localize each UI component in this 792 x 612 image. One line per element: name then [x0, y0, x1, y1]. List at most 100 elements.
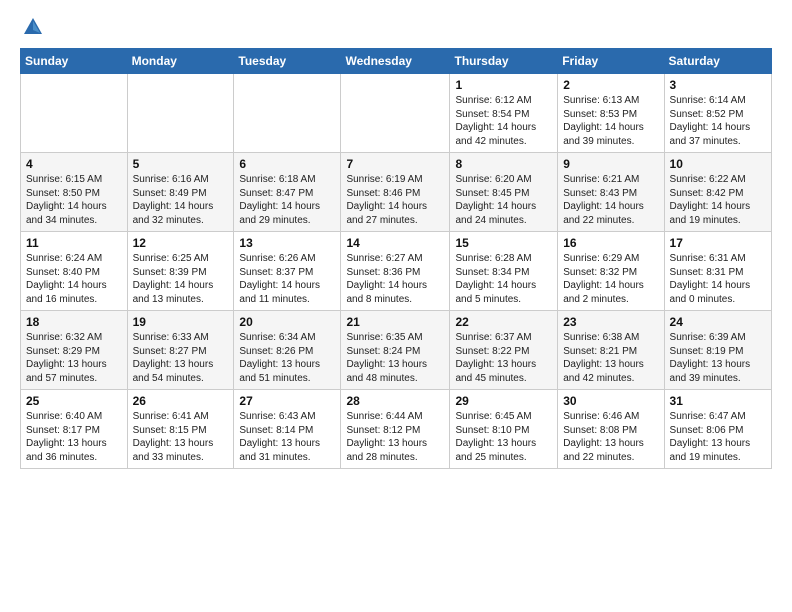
day-info: Sunrise: 6:39 AMSunset: 8:19 PMDaylight:…: [670, 331, 766, 385]
calendar-day-cell: 3 Sunrise: 6:14 AMSunset: 8:52 PMDaylight…: [664, 74, 771, 153]
calendar-day-cell: 15 Sunrise: 6:28 AMSunset: 8:34 PMDayligh…: [450, 232, 558, 311]
day-number: 12: [133, 236, 229, 250]
weekday-header: Sunday: [21, 49, 128, 74]
calendar-day-cell: 31Sunrise: 6:47 AMSunset: 8:06 PMDayligh…: [664, 390, 771, 469]
day-info: Sunrise: 6:12 AMSunset: 8:54 PMDaylight:…: [455, 94, 552, 148]
day-number: 8: [455, 157, 552, 171]
calendar-week-row: 11 Sunrise: 6:24 AMSunset: 8:40 PMDayligh…: [21, 232, 772, 311]
day-number: 9: [563, 157, 658, 171]
calendar-week-row: 25 Sunrise: 6:40 AMSunset: 8:17 PMDayligh…: [21, 390, 772, 469]
day-info: Sunrise: 6:18 AMSunset: 8:47 PMDaylight:…: [239, 173, 335, 227]
day-number: 15: [455, 236, 552, 250]
calendar-day-cell: 18Sunrise: 6:32 AMSunset: 8:29 PMDayligh…: [21, 311, 128, 390]
calendar-week-row: 1Sunrise: 6:12 AMSunset: 8:54 PMDaylight…: [21, 74, 772, 153]
day-info: Sunrise: 6:44 AMSunset: 8:12 PMDaylight:…: [346, 410, 444, 464]
day-number: 27: [239, 394, 335, 408]
calendar-day-cell: 27 Sunrise: 6:43 AMSunset: 8:14 PMDayligh…: [234, 390, 341, 469]
calendar-day-cell: 17Sunrise: 6:31 AMSunset: 8:31 PMDayligh…: [664, 232, 771, 311]
day-info: Sunrise: 6:47 AMSunset: 8:06 PMDaylight:…: [670, 410, 766, 464]
day-info: Sunrise: 6:43 AMSunset: 8:14 PMDaylight:…: [239, 410, 335, 464]
day-number: 19: [133, 315, 229, 329]
calendar-day-cell: 11 Sunrise: 6:24 AMSunset: 8:40 PMDayligh…: [21, 232, 128, 311]
day-number: 4: [26, 157, 122, 171]
day-info: Sunrise: 6:16 AMSunset: 8:49 PMDaylight:…: [133, 173, 229, 227]
day-info: Sunrise: 6:15 AMSunset: 8:50 PMDaylight:…: [26, 173, 122, 227]
day-info: Sunrise: 6:37 AMSunset: 8:22 PMDaylight:…: [455, 331, 552, 385]
calendar-day-cell: 12 Sunrise: 6:25 AMSunset: 8:39 PMDayligh…: [127, 232, 234, 311]
calendar-day-cell: 2Sunrise: 6:13 AMSunset: 8:53 PMDaylight…: [558, 74, 664, 153]
calendar-day-cell: 23 Sunrise: 6:38 AMSunset: 8:21 PMDayligh…: [558, 311, 664, 390]
calendar-header-row: SundayMondayTuesdayWednesdayThursdayFrid…: [21, 49, 772, 74]
day-info: Sunrise: 6:20 AMSunset: 8:45 PMDaylight:…: [455, 173, 552, 227]
calendar-day-cell: 19 Sunrise: 6:33 AMSunset: 8:27 PMDayligh…: [127, 311, 234, 390]
day-info: Sunrise: 6:27 AMSunset: 8:36 PMDaylight:…: [346, 252, 444, 306]
day-info: Sunrise: 6:22 AMSunset: 8:42 PMDaylight:…: [670, 173, 766, 227]
calendar-day-cell: 5 Sunrise: 6:16 AMSunset: 8:49 PMDaylight…: [127, 153, 234, 232]
day-number: 30: [563, 394, 658, 408]
day-info: Sunrise: 6:13 AMSunset: 8:53 PMDaylight:…: [563, 94, 658, 148]
weekday-header: Friday: [558, 49, 664, 74]
calendar-day-cell: 4 Sunrise: 6:15 AMSunset: 8:50 PMDaylight…: [21, 153, 128, 232]
day-number: 22: [455, 315, 552, 329]
calendar-day-cell: [127, 74, 234, 153]
day-number: 5: [133, 157, 229, 171]
calendar-day-cell: 14Sunrise: 6:27 AMSunset: 8:36 PMDayligh…: [341, 232, 450, 311]
page: SundayMondayTuesdayWednesdayThursdayFrid…: [0, 0, 792, 479]
calendar-day-cell: 7Sunrise: 6:19 AMSunset: 8:46 PMDaylight…: [341, 153, 450, 232]
calendar-day-cell: 13Sunrise: 6:26 AMSunset: 8:37 PMDayligh…: [234, 232, 341, 311]
day-info: Sunrise: 6:35 AMSunset: 8:24 PMDaylight:…: [346, 331, 444, 385]
weekday-header: Saturday: [664, 49, 771, 74]
calendar-day-cell: 10 Sunrise: 6:22 AMSunset: 8:42 PMDayligh…: [664, 153, 771, 232]
day-number: 29: [455, 394, 552, 408]
calendar-day-cell: 25 Sunrise: 6:40 AMSunset: 8:17 PMDayligh…: [21, 390, 128, 469]
day-info: Sunrise: 6:40 AMSunset: 8:17 PMDaylight:…: [26, 410, 122, 464]
day-number: 6: [239, 157, 335, 171]
calendar-day-cell: [21, 74, 128, 153]
day-number: 26: [133, 394, 229, 408]
weekday-header: Monday: [127, 49, 234, 74]
calendar-day-cell: 29 Sunrise: 6:45 AMSunset: 8:10 PMDayligh…: [450, 390, 558, 469]
day-info: Sunrise: 6:45 AMSunset: 8:10 PMDaylight:…: [455, 410, 552, 464]
day-number: 18: [26, 315, 122, 329]
day-number: 17: [670, 236, 766, 250]
day-info: Sunrise: 6:34 AMSunset: 8:26 PMDaylight:…: [239, 331, 335, 385]
weekday-header: Wednesday: [341, 49, 450, 74]
calendar-day-cell: [234, 74, 341, 153]
day-info: Sunrise: 6:28 AMSunset: 8:34 PMDaylight:…: [455, 252, 552, 306]
day-number: 13: [239, 236, 335, 250]
calendar-week-row: 18Sunrise: 6:32 AMSunset: 8:29 PMDayligh…: [21, 311, 772, 390]
calendar-day-cell: 6 Sunrise: 6:18 AMSunset: 8:47 PMDaylight…: [234, 153, 341, 232]
header: [20, 16, 772, 38]
day-info: Sunrise: 6:14 AMSunset: 8:52 PMDaylight:…: [670, 94, 766, 148]
calendar-day-cell: 28Sunrise: 6:44 AMSunset: 8:12 PMDayligh…: [341, 390, 450, 469]
day-info: Sunrise: 6:46 AMSunset: 8:08 PMDaylight:…: [563, 410, 658, 464]
day-number: 10: [670, 157, 766, 171]
day-info: Sunrise: 6:33 AMSunset: 8:27 PMDaylight:…: [133, 331, 229, 385]
calendar-day-cell: 22 Sunrise: 6:37 AMSunset: 8:22 PMDayligh…: [450, 311, 558, 390]
day-number: 25: [26, 394, 122, 408]
day-number: 20: [239, 315, 335, 329]
calendar-day-cell: 20 Sunrise: 6:34 AMSunset: 8:26 PMDayligh…: [234, 311, 341, 390]
day-info: Sunrise: 6:38 AMSunset: 8:21 PMDaylight:…: [563, 331, 658, 385]
calendar-day-cell: 21 Sunrise: 6:35 AMSunset: 8:24 PMDayligh…: [341, 311, 450, 390]
day-info: Sunrise: 6:25 AMSunset: 8:39 PMDaylight:…: [133, 252, 229, 306]
calendar-table: SundayMondayTuesdayWednesdayThursdayFrid…: [20, 48, 772, 469]
day-info: Sunrise: 6:24 AMSunset: 8:40 PMDaylight:…: [26, 252, 122, 306]
day-number: 24: [670, 315, 766, 329]
day-info: Sunrise: 6:21 AMSunset: 8:43 PMDaylight:…: [563, 173, 658, 227]
calendar-day-cell: 1Sunrise: 6:12 AMSunset: 8:54 PMDaylight…: [450, 74, 558, 153]
calendar-day-cell: 16 Sunrise: 6:29 AMSunset: 8:32 PMDayligh…: [558, 232, 664, 311]
calendar-day-cell: 24 Sunrise: 6:39 AMSunset: 8:19 PMDayligh…: [664, 311, 771, 390]
day-number: 16: [563, 236, 658, 250]
logo-icon: [22, 16, 44, 38]
day-info: Sunrise: 6:29 AMSunset: 8:32 PMDaylight:…: [563, 252, 658, 306]
calendar-day-cell: 26Sunrise: 6:41 AMSunset: 8:15 PMDayligh…: [127, 390, 234, 469]
day-number: 11: [26, 236, 122, 250]
weekday-header: Thursday: [450, 49, 558, 74]
day-number: 23: [563, 315, 658, 329]
calendar-day-cell: [341, 74, 450, 153]
day-number: 21: [346, 315, 444, 329]
calendar-day-cell: 8 Sunrise: 6:20 AMSunset: 8:45 PMDaylight…: [450, 153, 558, 232]
calendar-day-cell: 30 Sunrise: 6:46 AMSunset: 8:08 PMDayligh…: [558, 390, 664, 469]
day-number: 3: [670, 78, 766, 92]
